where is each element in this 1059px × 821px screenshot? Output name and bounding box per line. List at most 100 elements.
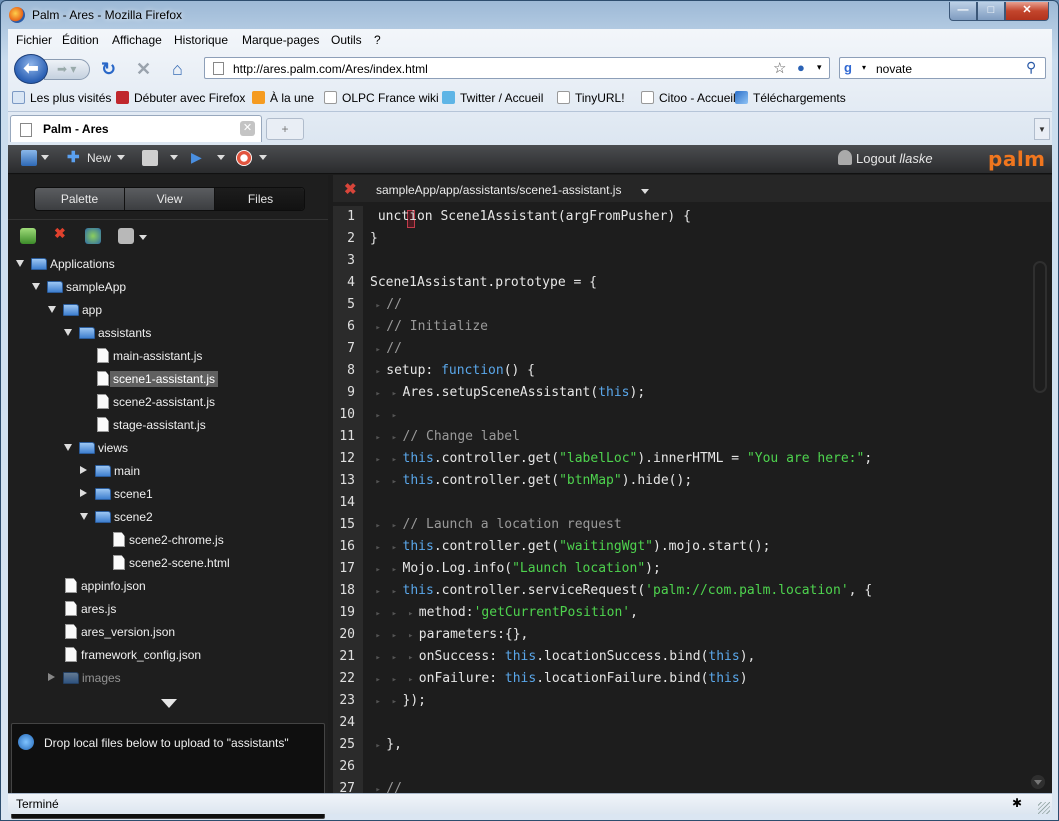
addon-status-icon[interactable]: ✱ xyxy=(1012,796,1030,812)
more-actions-icon[interactable] xyxy=(118,228,134,244)
stop-icon[interactable]: ✕ xyxy=(136,59,151,80)
bookmark-telechargements[interactable]: Téléchargements xyxy=(735,91,846,105)
code-editor[interactable]: ✖ sampleApp/app/assistants/scene1-assist… xyxy=(333,175,1052,796)
tree-file[interactable]: appinfo.json xyxy=(48,575,146,597)
menu-historique[interactable]: Historique xyxy=(174,33,228,47)
file-path[interactable]: sampleApp/app/assistants/scene1-assistan… xyxy=(376,183,621,197)
reload-icon[interactable]: ↻ xyxy=(101,59,116,80)
code-line[interactable]: ▸ ▸ ▸ onFailure: this.locationFailure.bi… xyxy=(370,668,747,690)
bookmark-citoo[interactable]: Citoo - Accueil xyxy=(641,91,736,105)
new-button[interactable]: New xyxy=(87,151,111,165)
code-line[interactable]: Scene1Assistant.prototype = { xyxy=(370,272,597,294)
tree-folder[interactable]: Applications xyxy=(16,253,115,275)
segment-view[interactable]: View xyxy=(125,188,215,210)
tree-folder[interactable]: scene1 xyxy=(80,483,153,505)
back-button[interactable]: ⬅ xyxy=(14,54,48,84)
collapsed-arrow-icon[interactable] xyxy=(80,489,87,497)
resize-grip[interactable] xyxy=(1038,802,1050,814)
tree-folder[interactable]: sampleApp xyxy=(32,276,126,298)
bookmark-most-visited[interactable]: Les plus visités xyxy=(12,91,111,105)
site-identity-icon[interactable]: ● xyxy=(797,60,805,75)
url-history-dropdown-icon[interactable]: ▾ xyxy=(817,62,822,73)
tree-file[interactable]: scene2-scene.html xyxy=(96,552,230,574)
device-menu-chevron-icon[interactable] xyxy=(41,155,49,160)
tree-folder[interactable]: app xyxy=(48,299,102,321)
code-line[interactable]: ▸ ▸ this.controller.serviceRequest('palm… xyxy=(370,580,872,602)
bookmark-star-icon[interactable]: ☆ xyxy=(773,59,786,77)
tree-file[interactable]: stage-assistant.js xyxy=(80,414,206,436)
tree-file[interactable]: main-assistant.js xyxy=(80,345,202,367)
tree-file[interactable]: scene2-assistant.js xyxy=(80,391,215,413)
menu-marque-pages[interactable]: Marque-pages xyxy=(242,33,319,47)
help-menu-chevron-icon[interactable] xyxy=(259,155,267,160)
url-text[interactable]: http://ares.palm.com/Ares/index.html xyxy=(233,62,428,76)
code-line[interactable]: ▸ ▸ }); xyxy=(370,690,426,712)
collapsed-arrow-icon[interactable] xyxy=(80,466,87,474)
tree-folder[interactable]: main xyxy=(80,460,140,482)
refresh-icon[interactable] xyxy=(85,228,101,244)
menu-fichier[interactable]: Fichier xyxy=(16,33,52,47)
menu-help[interactable]: ? xyxy=(374,33,381,47)
device-icon[interactable] xyxy=(21,150,37,166)
search-engine-dropdown-icon[interactable]: ▾ xyxy=(862,63,866,72)
code-line[interactable]: ▸ ▸ // Launch a location request xyxy=(370,514,621,536)
code-area[interactable]: unction Scene1Assistant(argFromPusher) {… xyxy=(370,206,1020,793)
tree-file[interactable]: scene2-chrome.js xyxy=(96,529,224,551)
code-line[interactable]: ▸ // xyxy=(370,338,402,360)
run-icon[interactable]: ▶ xyxy=(191,149,202,166)
code-line[interactable]: ▸ ▸ this.controller.get("labelLoc").inne… xyxy=(370,448,872,470)
tab-list-button[interactable]: ▼ xyxy=(1034,118,1050,140)
save-menu-chevron-icon[interactable] xyxy=(170,155,178,160)
code-line[interactable]: ▸ ▸ Ares.setupSceneAssistant(this); xyxy=(370,382,645,404)
expanded-arrow-icon[interactable] xyxy=(16,260,24,267)
file-path-chevron-icon[interactable] xyxy=(641,189,649,194)
search-bar[interactable]: g ▾ novate ⚲ xyxy=(839,57,1046,79)
code-line[interactable]: ▸ ▸ this.controller.get("btnMap").hide()… xyxy=(370,470,692,492)
expanded-arrow-icon[interactable] xyxy=(48,306,56,313)
code-line[interactable]: } xyxy=(370,228,378,250)
new-folder-icon[interactable] xyxy=(20,228,36,244)
tree-file[interactable]: scene1-assistant.js xyxy=(80,368,219,390)
tab-palm-ares[interactable]: Palm - Ares ✕ xyxy=(10,115,262,142)
tree-folder[interactable]: assistants xyxy=(64,322,151,344)
tree-file[interactable]: ares_version.json xyxy=(48,621,175,643)
run-menu-chevron-icon[interactable] xyxy=(217,155,225,160)
tree-file[interactable]: framework_config.json xyxy=(48,644,201,666)
code-line[interactable]: unction Scene1Assistant(argFromPusher) { xyxy=(370,206,691,228)
expanded-arrow-icon[interactable] xyxy=(32,283,40,290)
tree-folder[interactable]: images xyxy=(48,667,121,685)
bookmark-a-la-une[interactable]: À la une xyxy=(252,91,314,105)
bookmark-olpc[interactable]: OLPC France wiki xyxy=(324,91,439,105)
delete-icon[interactable]: ✖ xyxy=(54,225,70,241)
code-line[interactable]: ▸ ▸ this.controller.get("waitingWgt").mo… xyxy=(370,536,770,558)
menu-affichage[interactable]: Affichage xyxy=(112,33,162,47)
code-line[interactable]: ▸ ▸ xyxy=(370,404,403,426)
expanded-arrow-icon[interactable] xyxy=(80,513,88,520)
tree-file[interactable]: ares.js xyxy=(48,598,116,620)
vertical-scrollbar[interactable] xyxy=(1033,261,1047,393)
tree-scroll-down-icon[interactable] xyxy=(161,699,177,708)
tree-folder[interactable]: views xyxy=(64,437,128,459)
close-window-button[interactable]: ✕ xyxy=(1005,2,1049,21)
bookmark-tinyurl[interactable]: TinyURL! xyxy=(557,91,625,105)
code-line[interactable]: ▸ ▸ ▸ method:'getCurrentPosition', xyxy=(370,602,638,624)
tree-folder[interactable]: scene2 xyxy=(80,506,153,528)
code-line[interactable]: ▸ ▸ Mojo.Log.info("Launch location"); xyxy=(370,558,660,580)
collapsed-arrow-icon[interactable] xyxy=(48,673,55,681)
segment-palette[interactable]: Palette xyxy=(35,188,125,210)
code-line[interactable]: ▸ ▸ // Change label xyxy=(370,426,520,448)
plus-icon[interactable]: ✚ xyxy=(67,148,80,166)
maximize-button[interactable]: □ xyxy=(977,2,1005,21)
help-lifebuoy-icon[interactable] xyxy=(236,150,252,166)
code-line[interactable]: ▸ ▸ ▸ parameters:{}, xyxy=(370,624,528,646)
segment-files[interactable]: Files xyxy=(215,188,304,210)
code-line[interactable]: ▸ // xyxy=(370,778,402,793)
code-line[interactable]: ▸ // Initialize xyxy=(370,316,488,338)
code-line[interactable]: ▸ ▸ ▸ onSuccess: this.locationSuccess.bi… xyxy=(370,646,755,668)
code-line[interactable]: ▸ // xyxy=(370,294,402,316)
bookmark-getting-started[interactable]: Débuter avec Firefox xyxy=(116,91,245,105)
code-line[interactable]: ▸ setup: function() { xyxy=(370,360,535,382)
save-icon[interactable] xyxy=(142,150,158,166)
menu-outils[interactable]: Outils xyxy=(331,33,362,47)
new-tab-button[interactable]: + xyxy=(266,118,304,140)
